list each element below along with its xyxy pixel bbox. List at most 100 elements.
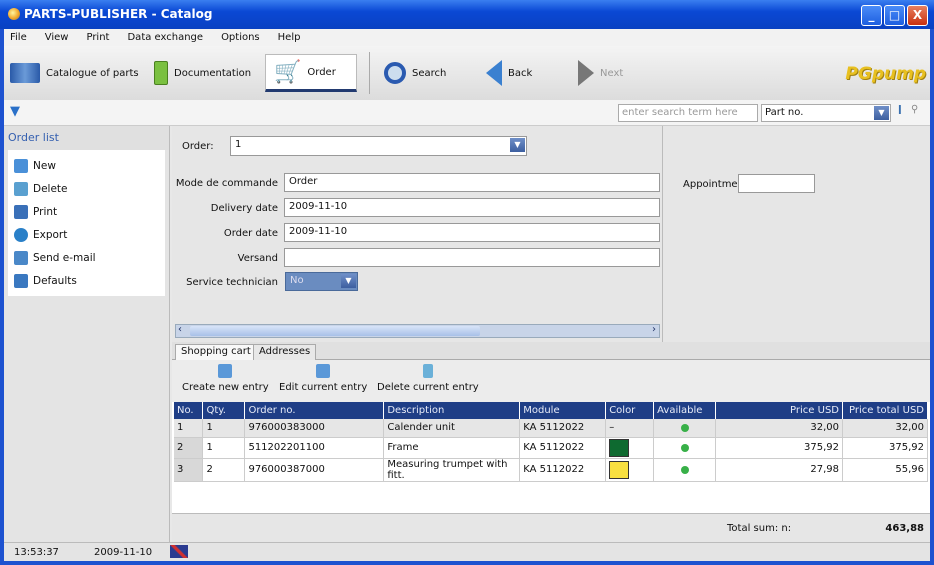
available-dot-icon (680, 443, 689, 452)
order-label: Order: (182, 141, 214, 152)
window-title: PARTS-PUBLISHER - Catalog (24, 7, 213, 21)
catalogue-button[interactable]: Catalogue of parts (10, 54, 139, 92)
uk-flag-icon[interactable] (170, 545, 188, 558)
tab-shopping-cart[interactable]: Shopping cart (175, 344, 257, 360)
minimize-button[interactable]: _ (861, 5, 882, 26)
search-field-select[interactable]: Part no. ▼ (761, 104, 891, 122)
color-swatch (609, 438, 630, 457)
scroll-right-icon[interactable]: › (652, 324, 656, 335)
item-label: Print (33, 205, 58, 218)
mode-input[interactable]: Order (284, 173, 660, 192)
order-list-panel: Order list New Delete Print Export Send … (4, 126, 170, 542)
cell-module: KA 5112022 (519, 419, 607, 438)
order-print[interactable]: Print (14, 200, 159, 223)
create-icon (218, 364, 233, 378)
col-price[interactable]: Price USD (715, 402, 843, 419)
table-row[interactable]: 1 1 976000383000 Calender unit KA 5112022–32… (174, 419, 928, 438)
col-qty[interactable]: Qty. (202, 402, 246, 419)
folder-icon (14, 273, 28, 288)
cell-color (605, 458, 655, 482)
order-value: 1 (235, 139, 242, 150)
create-entry-button[interactable]: Create new entry (182, 364, 269, 393)
menu-help[interactable]: Help (278, 29, 301, 46)
documentation-label: Documentation (174, 67, 252, 79)
mode-label: Mode de commande (175, 178, 278, 189)
order-button[interactable]: 🛒 Order (265, 54, 357, 92)
menu-view[interactable]: View (45, 29, 69, 46)
menu-file[interactable]: File (10, 29, 27, 46)
cart-icon: 🛒 (274, 59, 302, 85)
search-button[interactable]: Search (384, 54, 446, 92)
search-icon (384, 62, 406, 84)
delete-entry-button[interactable]: Delete current entry (377, 364, 479, 393)
cell-color (605, 437, 655, 459)
menu-options[interactable]: Options (221, 29, 260, 46)
appointment-input[interactable] (738, 174, 815, 193)
status-bar: 13:53:37 2009-11-10 (4, 542, 930, 561)
export-icon (14, 227, 28, 242)
main-toolbar: Catalogue of parts Documentation 🛒 Order … (4, 46, 930, 100)
maximize-button[interactable]: □ (884, 5, 905, 26)
col-order-no[interactable]: Order no. (244, 402, 385, 419)
delivery-date-label: Delivery date (210, 203, 278, 214)
col-color[interactable]: Color (605, 402, 655, 419)
col-module[interactable]: Module (519, 402, 607, 419)
edit-label: Edit current entry (279, 382, 368, 393)
table-row[interactable]: 3 2 976000387000 Measuring trumpet with fit… (174, 458, 928, 482)
cell-no: 2 (174, 437, 204, 459)
item-label: Defaults (33, 274, 77, 287)
order-new[interactable]: New (14, 154, 159, 177)
table-row[interactable]: 2 1 511202201100 Frame KA 5112022 375,92 375,9… (174, 437, 928, 459)
documentation-button[interactable]: Documentation (154, 54, 251, 92)
order-select[interactable]: 1 ▼ (230, 136, 527, 156)
order-delete[interactable]: Delete (14, 177, 159, 200)
delete-label: Delete current entry (377, 382, 479, 393)
close-button[interactable]: X (907, 5, 928, 26)
search-input[interactable]: enter search term here (618, 104, 758, 122)
edit-entry-button[interactable]: Edit current entry (279, 364, 367, 393)
chevron-down-icon: ▼ (510, 138, 525, 152)
cell-description: Frame (383, 437, 521, 459)
col-available[interactable]: Available (653, 402, 717, 419)
printer-icon (14, 204, 28, 219)
tab-addresses[interactable]: Addresses (253, 344, 317, 360)
cart-table: No. Qty. Order no. Description Module Co… (172, 402, 930, 514)
brand-logo: PGpump (845, 64, 926, 84)
form-horizontal-scrollbar[interactable]: ‹ › (175, 324, 660, 338)
order-list-title: Order list (4, 126, 169, 150)
cell-description: Calender unit (383, 419, 521, 438)
find-icon[interactable]: ⚲ (911, 104, 918, 115)
item-label: New (33, 159, 56, 172)
col-description[interactable]: Description (383, 402, 521, 419)
cell-no: 3 (174, 458, 204, 482)
order-defaults[interactable]: Defaults (14, 269, 159, 292)
col-price-total[interactable]: Price total USD (842, 402, 928, 419)
scroll-left-icon[interactable]: ‹ (178, 324, 182, 335)
next-button[interactable]: Next (578, 54, 623, 92)
order-send-email[interactable]: Send e-mail (14, 246, 159, 269)
tab-bar: Shopping cart Addresses (172, 342, 930, 360)
book-icon (154, 61, 168, 85)
filter-icon[interactable]: ▼ (10, 104, 20, 119)
cell-qty: 1 (202, 419, 246, 438)
next-label: Next (600, 67, 624, 79)
order-label: Order (307, 66, 336, 78)
cart-toolbar: Create new entry Edit current entry Dele… (172, 360, 930, 402)
col-no[interactable]: No. (174, 402, 204, 419)
trash-icon (14, 181, 28, 196)
versand-input[interactable] (284, 248, 660, 267)
order-export[interactable]: Export (14, 223, 159, 246)
scroll-thumb[interactable] (190, 326, 480, 336)
tech-value: No (290, 275, 304, 286)
divider (662, 126, 663, 342)
catalogue-label: Catalogue of parts (46, 67, 139, 79)
info-icon[interactable]: ǀ (898, 104, 902, 115)
cell-order-no: 511202201100 (244, 437, 385, 459)
back-button[interactable]: Back (486, 54, 532, 92)
order-date-input[interactable]: 2009-11-10 (284, 223, 660, 242)
delivery-date-input[interactable]: 2009-11-10 (284, 198, 660, 217)
cell-order-no: 976000387000 (244, 458, 385, 482)
service-technician-select[interactable]: No ▼ (285, 272, 358, 291)
menu-print[interactable]: Print (86, 29, 109, 46)
menu-data-exchange[interactable]: Data exchange (127, 29, 203, 46)
